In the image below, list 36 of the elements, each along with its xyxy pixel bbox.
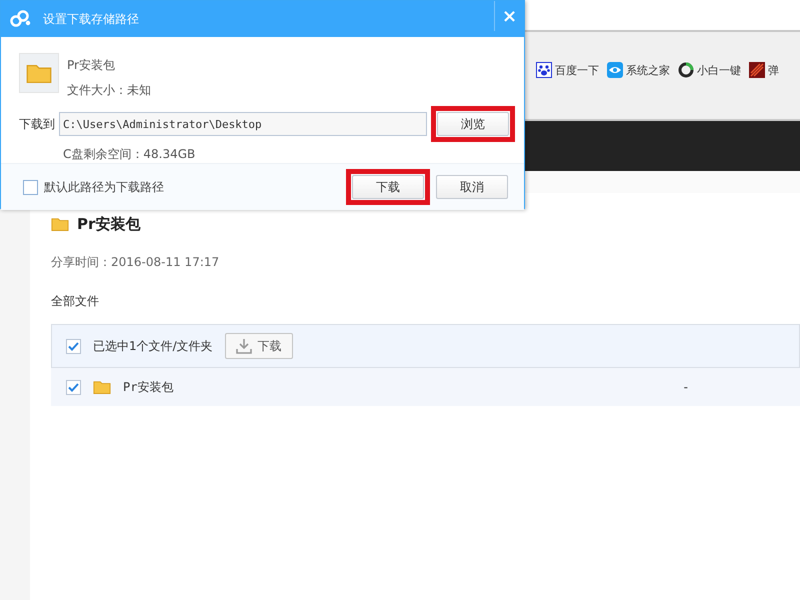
check-icon — [68, 342, 79, 350]
folder-icon — [51, 217, 69, 232]
cycle-icon — [678, 62, 694, 78]
select-all-checkbox[interactable] — [66, 338, 81, 354]
free-space: C盘剩余空间：48.34GB — [63, 146, 196, 163]
folder-icon — [93, 380, 111, 394]
share-time: 分享时间：2016-08-11 17:17 — [51, 254, 220, 271]
selection-count: 已选中1个文件/文件夹 — [93, 338, 213, 354]
file-size: - — [684, 380, 688, 394]
row-checkbox[interactable] — [66, 380, 81, 394]
file-size: 文件大小：未知 — [67, 82, 151, 99]
file-name: Pr安装包 — [123, 378, 174, 396]
game-icon — [749, 62, 765, 78]
bookmark-link[interactable]: 系统之家 — [626, 62, 670, 78]
eye-icon — [607, 62, 623, 78]
folder-icon — [26, 62, 52, 84]
check-icon — [68, 382, 79, 392]
default-path-label: 默认此路径为下载路径 — [44, 178, 164, 196]
download-icon — [236, 338, 252, 354]
bookmark-link[interactable]: 小白一键 — [697, 62, 741, 78]
default-path-checkbox[interactable] — [23, 180, 38, 194]
dialog-button[interactable]: 下载 — [352, 175, 424, 199]
section-heading: 全部文件 — [51, 293, 100, 310]
dialog-title: 设置下载存储路径 — [43, 10, 139, 28]
path-field[interactable]: C:\Users\Administrator\Desktop — [59, 112, 427, 136]
path-label: 下载到 — [19, 116, 55, 132]
paw-icon — [536, 62, 552, 78]
bookmark-link[interactable]: 百度一下 — [555, 62, 599, 78]
browse-button[interactable]: 浏览 — [437, 112, 509, 136]
share-title: Pr安装包 — [77, 215, 140, 234]
file-name: Pr安装包 — [67, 57, 116, 74]
download-button[interactable]: 下载 — [224, 333, 293, 359]
cloud-logo-icon — [9, 9, 33, 29]
dialog-button[interactable]: 取消 — [436, 175, 508, 199]
file-row[interactable]: Pr安装包 - — [51, 368, 800, 406]
bookmark-link[interactable]: 弹 — [768, 62, 779, 78]
